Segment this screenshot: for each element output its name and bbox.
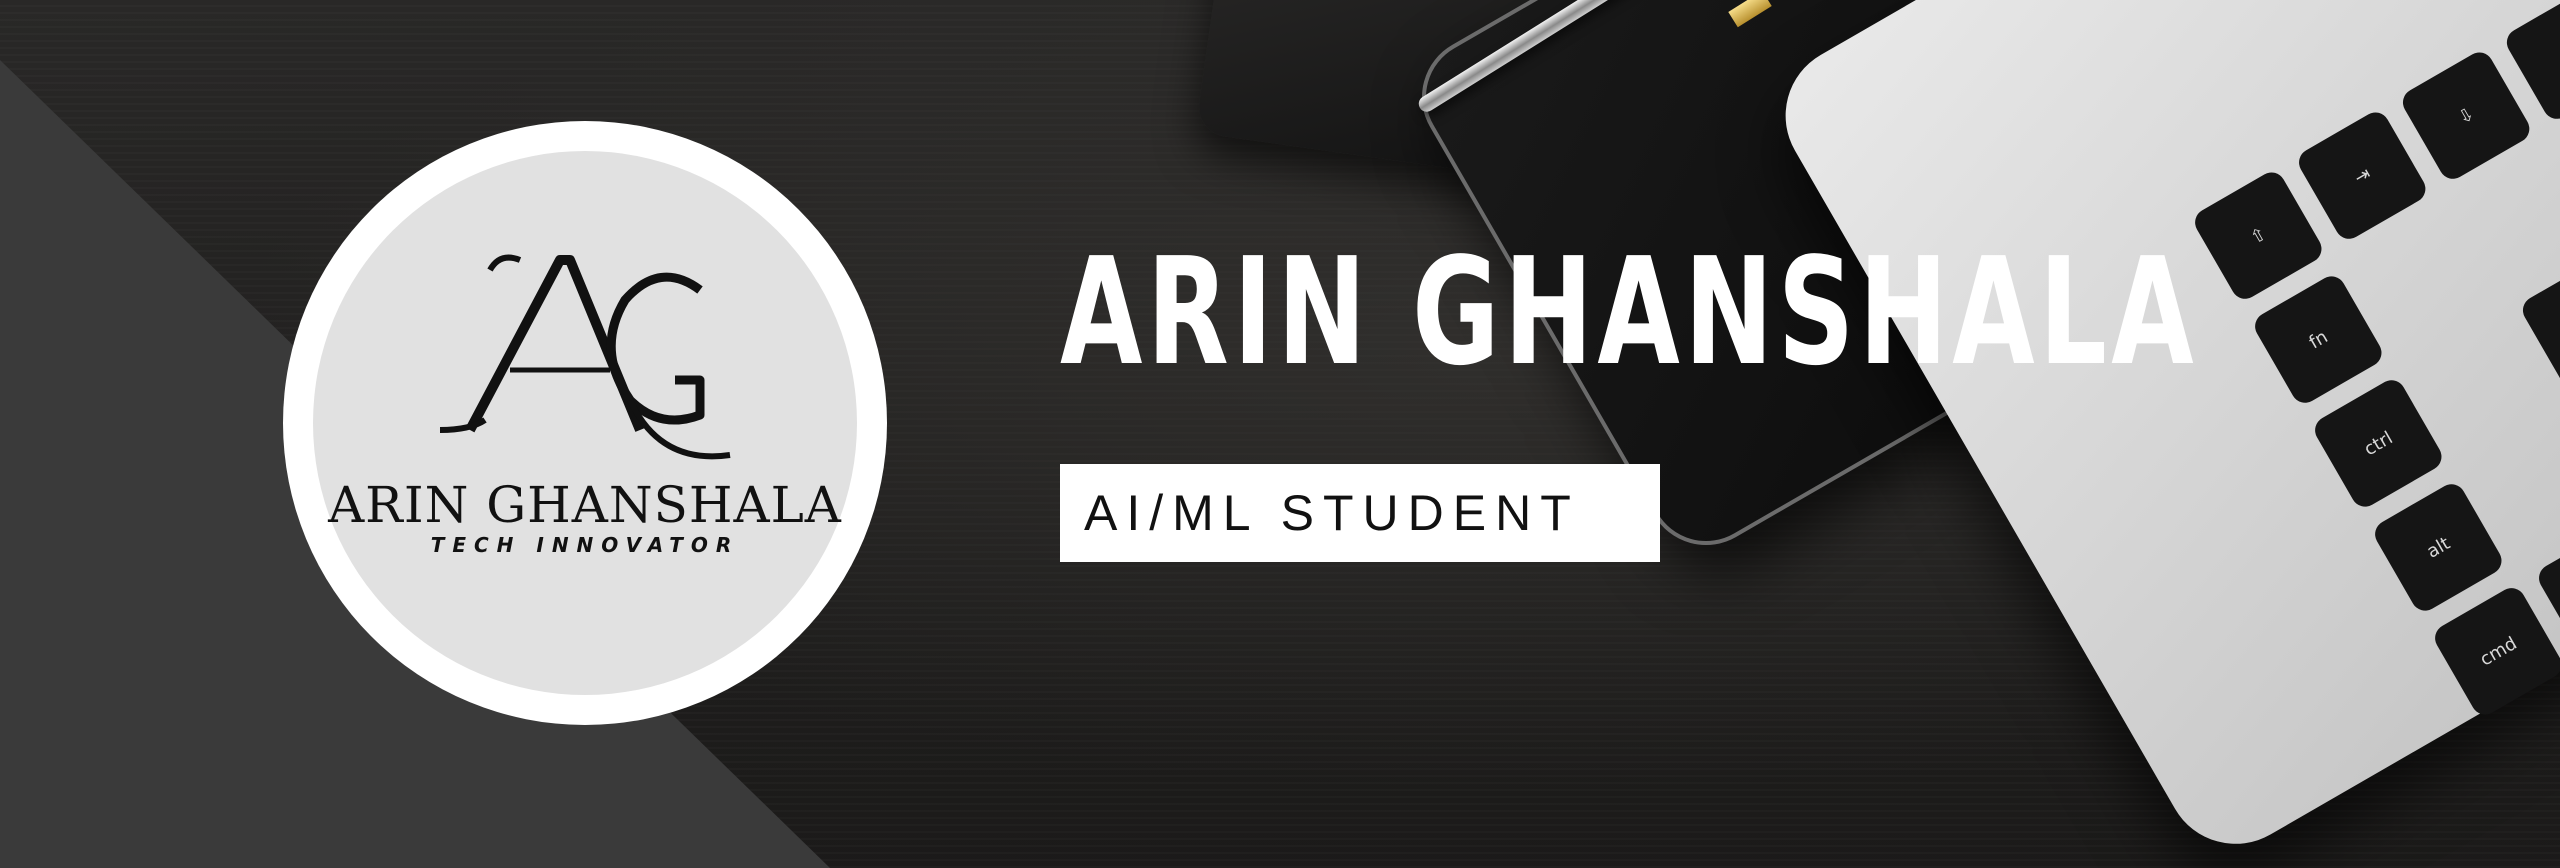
ag-monogram-logo xyxy=(439,254,731,460)
monogram-a-swash xyxy=(487,254,522,272)
banner-title: ARIN GHANSHALA xyxy=(1060,226,2199,398)
role-text: AI/ML STUDENT xyxy=(1084,485,1580,541)
key-tab: ⇥ xyxy=(2293,107,2431,244)
logo-tagline: TECH INNOVATOR xyxy=(430,533,740,557)
logo-name-text: ARIN GHANSHALA xyxy=(328,476,842,534)
role-badge: AI/ML STUDENT xyxy=(1060,464,1660,562)
monogram-a-foot xyxy=(439,417,487,433)
profile-banner: fn ctrl alt cmd ⌘ ⇧ ⇥ ⇩ A S Y X ^ ˇ ARIN… xyxy=(0,0,2560,868)
key-caps: ⇩ xyxy=(2397,47,2535,184)
key-a: A xyxy=(2517,255,2560,392)
monogram-g-stroke xyxy=(606,272,705,425)
